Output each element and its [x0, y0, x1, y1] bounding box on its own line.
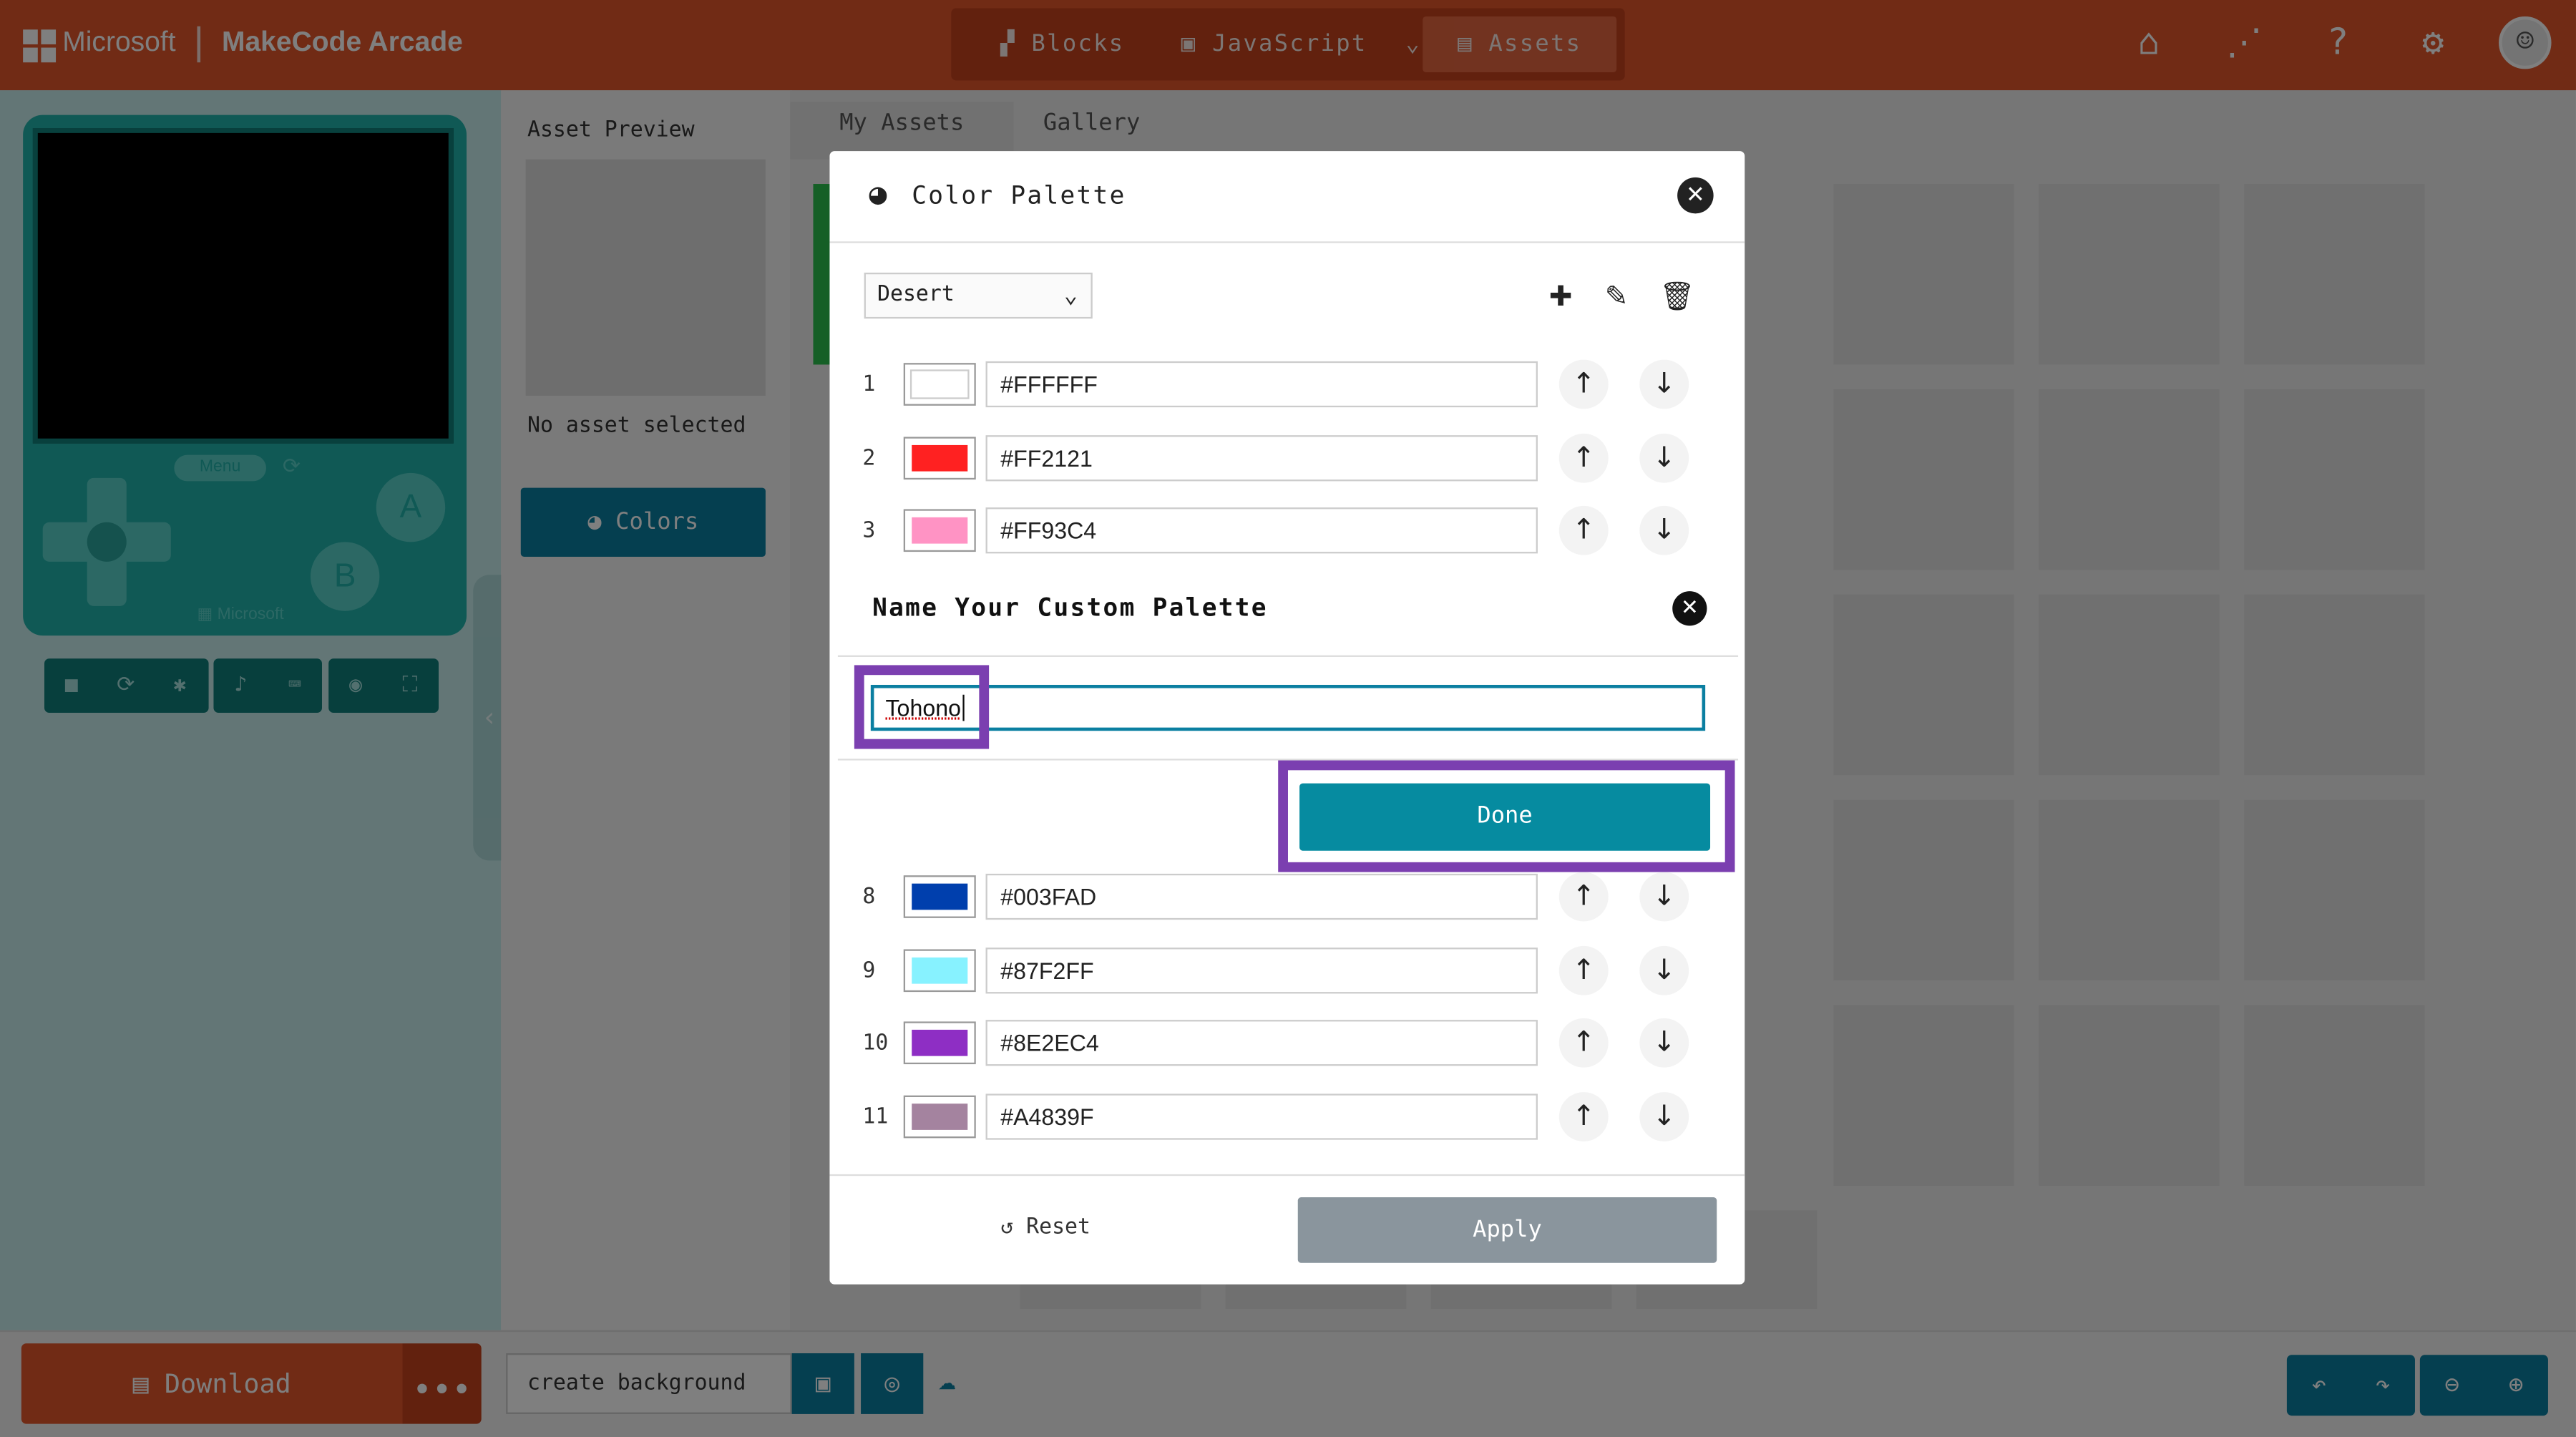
color-index: 8: [862, 885, 876, 910]
chevron-down-icon: ⌄: [1063, 282, 1078, 309]
color-hex-input[interactable]: #8E2EC4: [985, 1020, 1538, 1066]
color-hex-input[interactable]: #A4839F: [985, 1093, 1538, 1140]
color-row: 9 #87F2FF ↑ ↓: [829, 942, 1745, 1015]
color-hex-input[interactable]: #FF2121: [985, 435, 1538, 482]
color-swatch[interactable]: [903, 437, 976, 480]
done-highlight-box: [1278, 760, 1735, 872]
color-hex-input[interactable]: #87F2FF: [985, 948, 1538, 994]
color-swatch[interactable]: [903, 1095, 976, 1139]
color-index: 10: [862, 1031, 889, 1056]
color-row: 10 #8E2EC4 ↑ ↓: [829, 1015, 1745, 1087]
color-index: 2: [862, 447, 876, 472]
reset-button-label: Reset: [1026, 1215, 1091, 1240]
delete-palette-icon[interactable]: 🗑: [1659, 279, 1696, 315]
color-row: 2 #FF2121 ↑ ↓: [829, 430, 1745, 502]
arrow-down-icon[interactable]: ↓: [1639, 872, 1689, 922]
color-index: 1: [862, 372, 876, 398]
color-row: 11 #A4839F ↑ ↓: [829, 1089, 1745, 1161]
name-dialog-title: Name Your Custom Palette: [872, 593, 1268, 623]
color-index: 11: [862, 1105, 889, 1130]
reset-button[interactable]: ↺ Reset: [1000, 1215, 1091, 1239]
input-highlight-box: [854, 665, 990, 749]
color-swatch[interactable]: [903, 875, 976, 918]
color-swatch[interactable]: [903, 363, 976, 406]
arrow-down-icon[interactable]: ↓: [1639, 945, 1689, 995]
close-icon[interactable]: ✕: [1677, 177, 1714, 214]
color-swatch[interactable]: [903, 1021, 976, 1065]
arrow-down-icon[interactable]: ↓: [1639, 1092, 1689, 1141]
palette-select-value: Desert: [877, 282, 955, 308]
arrow-up-icon[interactable]: ↑: [1558, 945, 1609, 995]
color-hex-input[interactable]: #FFFFFF: [985, 361, 1538, 408]
arrow-up-icon[interactable]: ↑: [1558, 433, 1609, 483]
palette-dialog-title: Color Palette: [912, 180, 1126, 210]
divider: [837, 655, 1739, 657]
palette-name-input[interactable]: Tohono: [870, 684, 1706, 731]
palette-select[interactable]: Desert ⌄: [864, 272, 1093, 319]
color-row: 1 #FFFFFF ↑ ↓: [829, 356, 1745, 429]
arrow-down-icon[interactable]: ↓: [1639, 1018, 1689, 1068]
arrow-up-icon[interactable]: ↑: [1558, 359, 1609, 409]
color-hex-input[interactable]: #FF93C4: [985, 507, 1538, 554]
arrow-up-icon[interactable]: ↑: [1558, 505, 1609, 555]
name-palette-dialog: Name Your Custom Palette ✕ Tohono Done: [837, 565, 1739, 872]
close-icon[interactable]: ✕: [1672, 591, 1707, 626]
apply-button[interactable]: Apply: [1297, 1197, 1717, 1263]
arrow-down-icon[interactable]: ↓: [1639, 505, 1689, 555]
palette-dialog-header: ◕ Color Palette ✕: [829, 151, 1745, 243]
color-swatch[interactable]: [903, 949, 976, 993]
arrow-up-icon[interactable]: ↑: [1558, 872, 1609, 922]
color-row: 3 #FF93C4 ↑ ↓: [829, 502, 1745, 575]
rename-palette-icon[interactable]: ✎: [1599, 279, 1635, 315]
arrow-down-icon[interactable]: ↓: [1639, 359, 1689, 409]
color-index: 9: [862, 959, 876, 984]
color-index: 3: [862, 519, 876, 544]
palette-icon: ◕: [869, 177, 887, 213]
undo-icon: ↺: [1000, 1215, 1014, 1240]
arrow-down-icon[interactable]: ↓: [1639, 433, 1689, 483]
add-palette-icon[interactable]: ✚: [1543, 279, 1579, 315]
arrow-up-icon[interactable]: ↑: [1558, 1018, 1609, 1068]
arrow-up-icon[interactable]: ↑: [1558, 1092, 1609, 1141]
color-swatch[interactable]: [903, 509, 976, 552]
color-row: 8 #003FAD ↑ ↓: [829, 869, 1745, 941]
color-hex-input[interactable]: #003FAD: [985, 873, 1538, 920]
